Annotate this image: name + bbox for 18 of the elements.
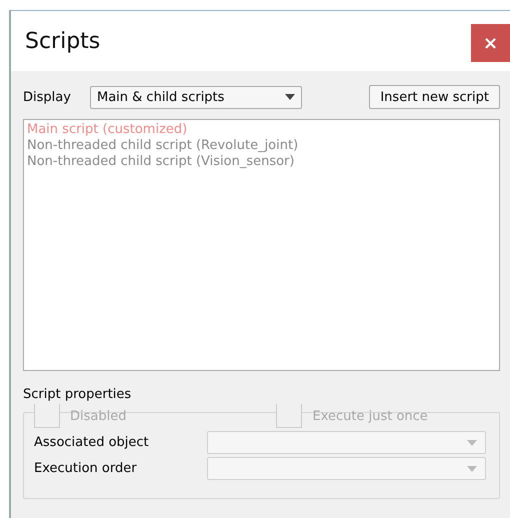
field-label: Execution order [34,461,138,476]
script-list-item[interactable]: Non-threaded child script (Vision_sensor) [27,154,496,170]
insert-new-script-button[interactable]: Insert new script [369,85,500,109]
field-label: Associated object [34,435,150,450]
dropdown-field[interactable] [207,431,486,454]
checkbox-label: Execute just once [312,408,428,424]
dropdown-arrow-icon [467,466,477,472]
window-title: Scripts [25,28,100,54]
script-list-item[interactable]: Main script (customized) [27,122,496,138]
dropdown-field[interactable] [207,457,486,480]
checkbox-label: Disabled [70,408,126,424]
section-title: Script properties [23,387,132,402]
display-dropdown[interactable]: Main & child scripts [90,86,302,108]
display-label: Display [23,90,72,104]
close-button[interactable]: × [471,24,510,62]
dropdown-arrow-icon [467,440,477,446]
dropdown-arrow-icon [285,94,295,100]
script-list-item[interactable]: Non-threaded child script (Revolute_joint) [27,138,496,154]
